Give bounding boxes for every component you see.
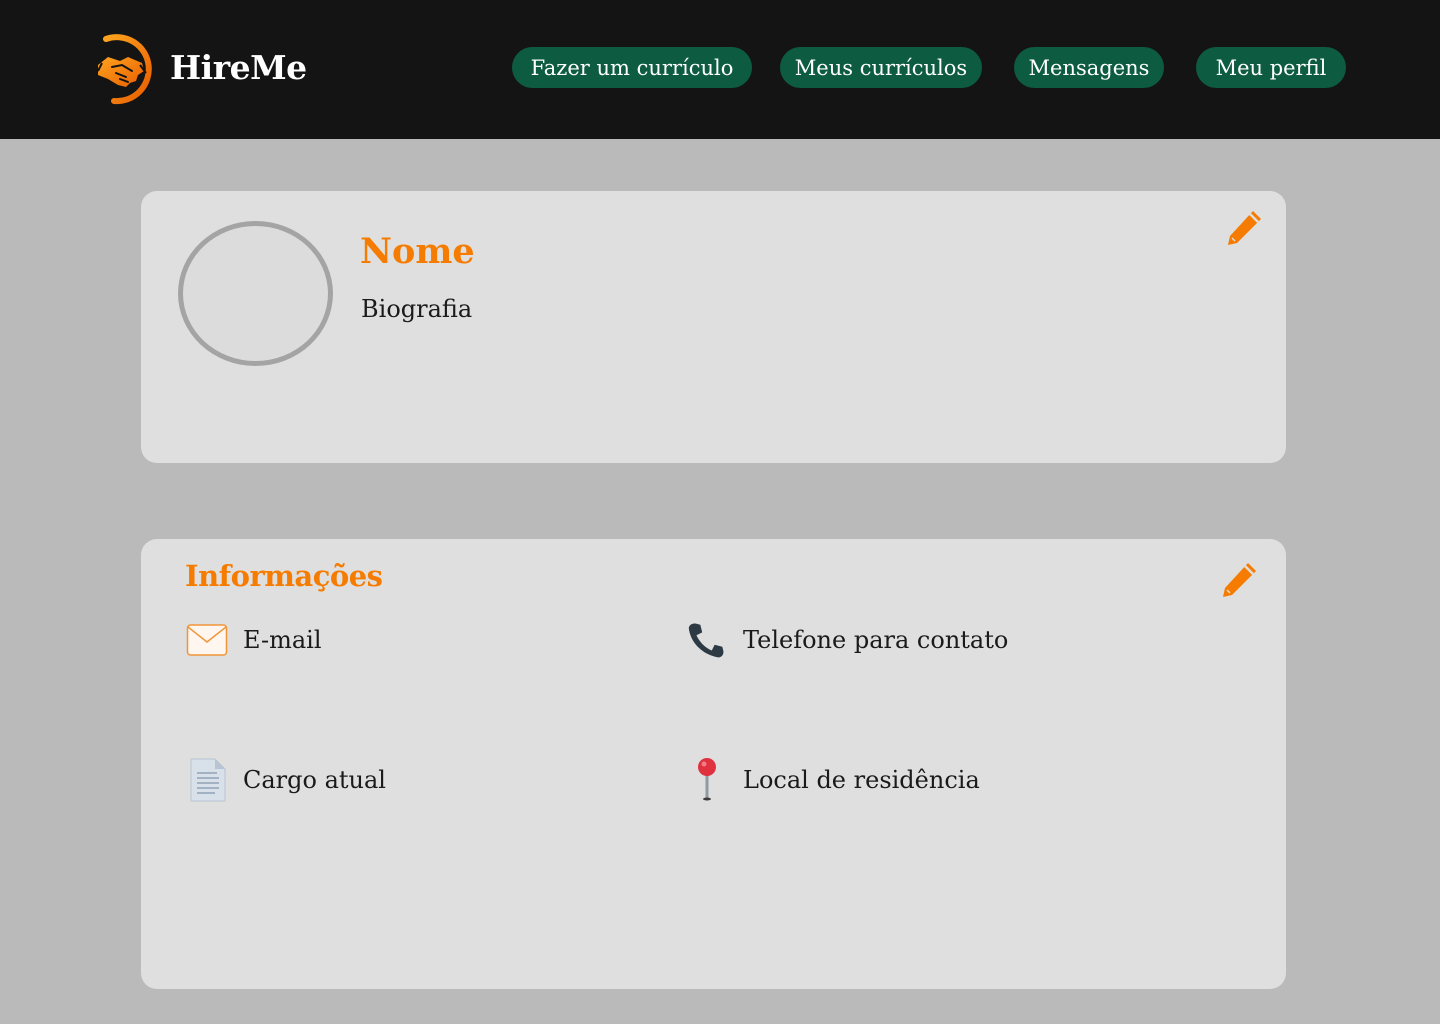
- nav-create-resume-button[interactable]: Fazer um currículo: [512, 47, 752, 88]
- info-item-phone: Telefone para contato: [685, 617, 1008, 663]
- info-item-current-position: Cargo atual: [185, 757, 386, 803]
- nav-my-profile-button[interactable]: Meu perfil: [1196, 47, 1346, 88]
- brand-logo[interactable]: HireMe: [92, 27, 307, 107]
- envelope-icon: [185, 617, 229, 663]
- edit-info-button[interactable]: [1218, 557, 1262, 601]
- avatar[interactable]: [178, 221, 333, 366]
- nav-my-resumes-button[interactable]: Meus currículos: [780, 47, 982, 88]
- pushpin-icon: [685, 757, 729, 803]
- info-title: Informações: [185, 559, 383, 593]
- edit-profile-button[interactable]: [1223, 205, 1267, 249]
- handshake-logo-icon: [97, 34, 152, 105]
- nav-messages-button[interactable]: Mensagens: [1014, 47, 1164, 88]
- info-card: Informações E-mail Telefone para contato: [141, 539, 1286, 989]
- pencil-icon: [1228, 211, 1261, 245]
- phone-icon: [685, 617, 729, 663]
- document-icon: [185, 757, 229, 803]
- profile-bio: Biografia: [361, 295, 473, 323]
- current-position-label: Cargo atual: [243, 766, 386, 794]
- residence-label: Local de residência: [743, 766, 980, 794]
- profile-card: Nome Biografia: [141, 191, 1286, 463]
- info-item-residence: Local de residência: [685, 757, 980, 803]
- phone-label: Telefone para contato: [743, 626, 1009, 654]
- top-navbar: HireMe Fazer um currículo Meus currículo…: [0, 0, 1440, 139]
- profile-name: Nome: [360, 231, 475, 272]
- pencil-icon: [1223, 563, 1256, 597]
- email-label: E-mail: [243, 626, 322, 654]
- info-item-email: E-mail: [185, 617, 322, 663]
- brand-name: HireMe: [170, 47, 307, 87]
